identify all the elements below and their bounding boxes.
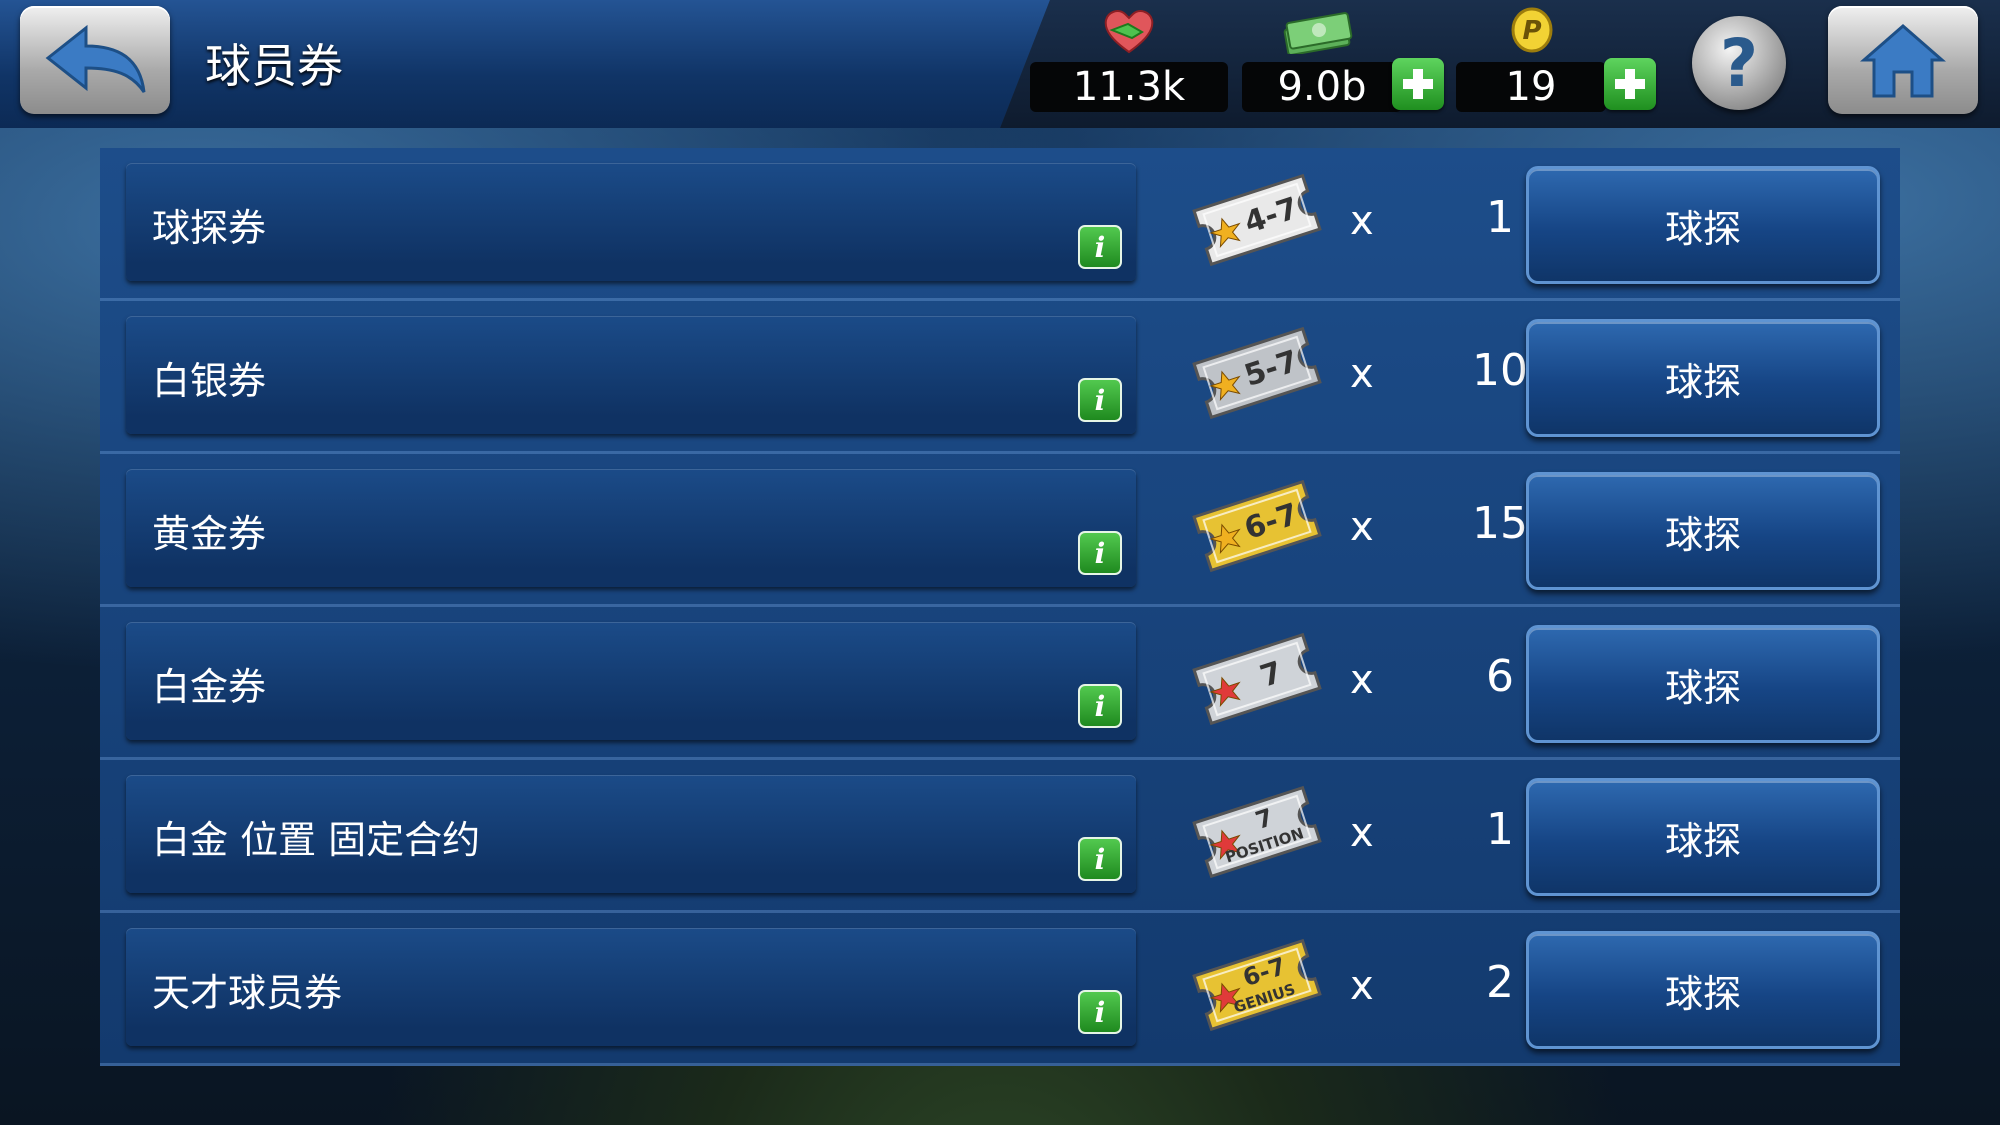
help-button[interactable]: ?	[1692, 16, 1786, 110]
ticket-name-box: 白银券 i	[126, 316, 1136, 434]
ticket-icon: 5-7	[1192, 326, 1322, 420]
scout-button[interactable]: 球探	[1526, 625, 1880, 743]
scout-button[interactable]: 球探	[1526, 931, 1880, 1049]
info-icon[interactable]: i	[1078, 378, 1122, 422]
ticket-name: 白银券	[152, 359, 267, 403]
money-value: 9.0b	[1242, 62, 1402, 112]
ticket-name-box: 白金券 i	[126, 622, 1136, 740]
home-icon	[1859, 24, 1947, 98]
ticket-name-box: 球探券 i	[126, 163, 1136, 281]
ticket-name: 球探券	[152, 206, 267, 250]
ticket-row: 白金 位置 固定合约 i 7 POSITION x 1 球探	[100, 760, 1900, 913]
points-value: 19	[1456, 62, 1606, 112]
ticket-name-box: 白金 位置 固定合约 i	[126, 775, 1136, 893]
ticket-row: 白银券 i 5-7 x 10 球探	[100, 301, 1900, 454]
multiply-sign: x	[1350, 810, 1374, 856]
scout-button-label: 球探	[1664, 665, 1741, 710]
ticket-name: 黄金券	[152, 512, 267, 556]
handshake-value: 11.3k	[1030, 62, 1228, 112]
scout-button-label: 球探	[1664, 206, 1741, 251]
multiply-sign: x	[1350, 657, 1374, 703]
scout-button-label: 球探	[1664, 818, 1741, 863]
scout-button[interactable]: 球探	[1526, 166, 1880, 284]
info-icon[interactable]: i	[1078, 684, 1122, 728]
scout-button[interactable]: 球探	[1526, 472, 1880, 590]
scout-button[interactable]: 球探	[1526, 319, 1880, 437]
ticket-name: 天才球员券	[152, 971, 343, 1015]
svg-text:P: P	[1522, 16, 1541, 46]
ticket-row: 球探券 i 4-7 x 1 球探	[100, 148, 1900, 301]
ticket-row: 天才球员券 i 6-7 GENIUS x 2 球探	[100, 913, 1900, 1066]
money-icon	[1283, 12, 1353, 54]
ticket-icon: 4-7	[1192, 173, 1322, 267]
plus-icon	[1615, 69, 1645, 99]
ticket-name-box: 黄金券 i	[126, 469, 1136, 587]
info-icon[interactable]: i	[1078, 837, 1122, 881]
info-icon[interactable]: i	[1078, 225, 1122, 269]
scout-button-label: 球探	[1664, 359, 1741, 404]
p-coin-icon: P	[1511, 7, 1553, 53]
ticket-name-box: 天才球员券 i	[126, 928, 1136, 1046]
ticket-list: 球探券 i 4-7 x 1 球探 白银券 i 5-7 x 10 球探 黄金券 i…	[100, 148, 1900, 1066]
info-icon[interactable]: i	[1078, 531, 1122, 575]
scout-button[interactable]: 球探	[1526, 778, 1880, 896]
multiply-sign: x	[1350, 504, 1374, 550]
handshake-icon	[1104, 10, 1154, 54]
back-button[interactable]	[20, 6, 170, 114]
multiply-sign: x	[1350, 351, 1374, 397]
ticket-name: 白金券	[152, 665, 267, 709]
ticket-name: 白金 位置 固定合约	[152, 818, 481, 862]
multiply-sign: x	[1350, 963, 1374, 1009]
scout-button-label: 球探	[1664, 512, 1741, 557]
ticket-icon: 7 POSITION	[1192, 785, 1322, 879]
info-icon[interactable]: i	[1078, 990, 1122, 1034]
ticket-icon: 6-7	[1192, 479, 1322, 573]
ticket-row: 黄金券 i 6-7 x 15 球探	[100, 454, 1900, 607]
page-title: 球员券	[205, 39, 343, 93]
add-points-button[interactable]	[1604, 58, 1656, 110]
back-arrow-icon	[45, 24, 146, 93]
home-button[interactable]	[1828, 6, 1978, 114]
ticket-row: 白金券 i 7 x 6 球探	[100, 607, 1900, 760]
ticket-icon: 7	[1192, 632, 1322, 726]
scout-button-label: 球探	[1664, 971, 1741, 1016]
multiply-sign: x	[1350, 198, 1374, 244]
plus-icon	[1403, 69, 1433, 99]
help-icon: ?	[1719, 24, 1759, 102]
add-money-button[interactable]	[1392, 58, 1444, 110]
top-bar: 球员券 11.3k 9.0b P 19 ?	[0, 0, 2000, 130]
ticket-icon: 6-7 GENIUS	[1192, 938, 1322, 1032]
